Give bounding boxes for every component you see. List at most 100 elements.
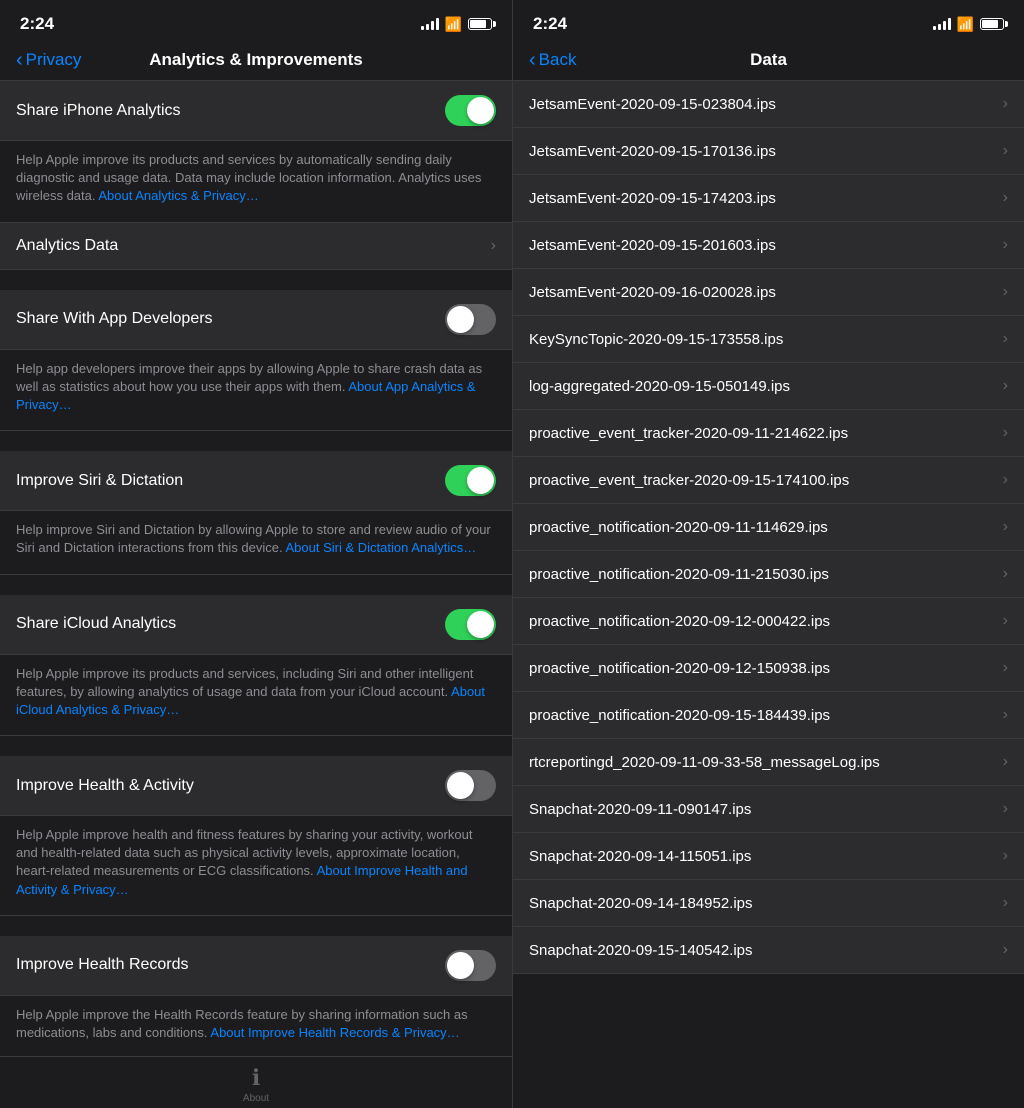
file-list-item[interactable]: proactive_event_tracker-2020-09-11-21462…: [513, 410, 1024, 457]
file-name-label: proactive_event_tracker-2020-09-15-17410…: [529, 472, 995, 489]
file-list-item[interactable]: proactive_notification-2020-09-11-215030…: [513, 551, 1024, 598]
setting-row-icloud-analytics: Share iCloud Analytics: [0, 595, 512, 655]
tab-about-label: About: [243, 1093, 269, 1104]
setting-row-improve-health-activity: Improve Health & Activity: [0, 756, 512, 816]
file-list-item[interactable]: JetsamEvent-2020-09-15-023804.ips ›: [513, 81, 1024, 128]
file-list-item[interactable]: Snapchat-2020-09-14-115051.ips ›: [513, 833, 1024, 880]
nav-bar-left: ‹ Privacy Analytics & Improvements: [0, 42, 512, 81]
file-name-label: Snapchat-2020-09-14-115051.ips: [529, 848, 995, 865]
chevron-left-icon: ‹: [16, 50, 23, 70]
chevron-right-icon: ›: [1003, 142, 1008, 160]
file-list-item[interactable]: KeySyncTopic-2020-09-15-173558.ips ›: [513, 316, 1024, 363]
file-name-label: log-aggregated-2020-09-15-050149.ips: [529, 378, 995, 395]
file-list-item[interactable]: JetsamEvent-2020-09-16-020028.ips ›: [513, 269, 1024, 316]
toggle-improve-health-records[interactable]: [445, 950, 496, 981]
setting-row-analytics-data[interactable]: Analytics Data ›: [0, 223, 512, 270]
setting-row-share-iphone-analytics: Share iPhone Analytics: [0, 81, 512, 141]
desc-icloud-analytics: Help Apple improve its products and serv…: [0, 655, 512, 737]
file-list-item[interactable]: proactive_event_tracker-2020-09-15-17410…: [513, 457, 1024, 504]
file-list-item[interactable]: Snapchat-2020-09-15-140542.ips ›: [513, 927, 1024, 974]
wifi-icon: 📶: [445, 16, 462, 33]
file-list-item[interactable]: Snapchat-2020-09-11-090147.ips ›: [513, 786, 1024, 833]
chevron-right-icon: ›: [1003, 706, 1008, 724]
link-app-analytics-privacy[interactable]: About App Analytics & Privacy…: [16, 379, 476, 412]
nav-title-right: Data: [609, 50, 928, 70]
desc-improve-siri: Help improve Siri and Dictation by allow…: [0, 511, 512, 574]
chevron-right-icon: ›: [1003, 189, 1008, 207]
file-name-label: proactive_notification-2020-09-12-000422…: [529, 613, 995, 630]
file-name-label: Snapchat-2020-09-11-090147.ips: [529, 801, 995, 818]
file-name-label: JetsamEvent-2020-09-16-020028.ips: [529, 284, 995, 301]
file-list-item[interactable]: rtcreportingd_2020-09-11-09-33-58_messag…: [513, 739, 1024, 786]
chevron-right-icon: ›: [491, 237, 496, 255]
status-time-left: 2:24: [20, 14, 54, 34]
chevron-right-icon: ›: [1003, 612, 1008, 630]
toggle-improve-siri[interactable]: [445, 465, 496, 496]
toggle-share-iphone[interactable]: [445, 95, 496, 126]
wifi-icon-right: 📶: [957, 16, 974, 33]
left-scroll-content: Share iPhone Analytics Help Apple improv…: [0, 81, 512, 1056]
nav-title-left: Analytics & Improvements: [96, 50, 416, 70]
file-list-item[interactable]: proactive_notification-2020-09-12-000422…: [513, 598, 1024, 645]
battery-icon: [468, 18, 492, 30]
status-bar-left: 2:24 📶: [0, 0, 512, 42]
chevron-right-icon: ›: [1003, 565, 1008, 583]
back-button-left[interactable]: ‹ Privacy: [16, 50, 96, 70]
section-gap-5: [0, 916, 512, 936]
desc-text-icloud: Help Apple improve its products and serv…: [16, 665, 496, 720]
file-name-label: proactive_notification-2020-09-11-114629…: [529, 519, 995, 536]
file-list-item[interactable]: proactive_notification-2020-09-15-184439…: [513, 692, 1024, 739]
file-list-item[interactable]: JetsamEvent-2020-09-15-170136.ips ›: [513, 128, 1024, 175]
chevron-right-icon: ›: [1003, 283, 1008, 301]
chevron-right-icon: ›: [1003, 800, 1008, 818]
signal-icon-right: [933, 18, 951, 30]
tab-about[interactable]: ℹ About: [0, 1065, 512, 1104]
toggle-icloud-analytics[interactable]: [445, 609, 496, 640]
setting-label-improve-health-activity: Improve Health & Activity: [16, 777, 194, 795]
desc-text-health-activity: Help Apple improve health and fitness fe…: [16, 826, 496, 899]
link-health-records-privacy[interactable]: About Improve Health Records & Privacy…: [210, 1025, 459, 1040]
chevron-right-icon: ›: [1003, 518, 1008, 536]
toggle-knob-3: [467, 467, 494, 494]
tab-bar: ℹ About: [0, 1056, 512, 1108]
file-list-item[interactable]: JetsamEvent-2020-09-15-201603.ips ›: [513, 222, 1024, 269]
file-list-item[interactable]: JetsamEvent-2020-09-15-174203.ips ›: [513, 175, 1024, 222]
setting-row-share-app-devs: Share With App Developers: [0, 290, 512, 350]
file-list-item[interactable]: proactive_notification-2020-09-11-114629…: [513, 504, 1024, 551]
file-list-item[interactable]: Snapchat-2020-09-14-184952.ips ›: [513, 880, 1024, 927]
status-icons-right: 📶: [933, 16, 1004, 33]
toggle-improve-health-activity[interactable]: [445, 770, 496, 801]
section-gap-1: [0, 270, 512, 290]
desc-share-iphone: Help Apple improve its products and serv…: [0, 141, 512, 223]
chevron-right-icon: ›: [1003, 471, 1008, 489]
back-button-right[interactable]: ‹ Back: [529, 50, 609, 70]
desc-text-health-records: Help Apple improve the Health Records fe…: [16, 1006, 496, 1042]
file-list-item[interactable]: proactive_notification-2020-09-12-150938…: [513, 645, 1024, 692]
toggle-share-app-devs[interactable]: [445, 304, 496, 335]
link-icloud-analytics-privacy[interactable]: About iCloud Analytics & Privacy…: [16, 684, 485, 717]
setting-label-analytics-data: Analytics Data: [16, 237, 118, 255]
file-name-label: Snapchat-2020-09-14-184952.ips: [529, 895, 995, 912]
file-list: JetsamEvent-2020-09-15-023804.ips › Jets…: [513, 81, 1024, 1108]
file-name-label: JetsamEvent-2020-09-15-170136.ips: [529, 143, 995, 160]
section-gap-3: [0, 575, 512, 595]
chevron-right-icon: ›: [1003, 659, 1008, 677]
chevron-right-icon: ›: [1003, 236, 1008, 254]
file-name-label: proactive_notification-2020-09-12-150938…: [529, 660, 995, 677]
file-name-label: JetsamEvent-2020-09-15-023804.ips: [529, 96, 995, 113]
link-siri-analytics[interactable]: About Siri & Dictation Analytics…: [286, 540, 477, 555]
setting-label-share-app-devs: Share With App Developers: [16, 310, 213, 328]
link-analytics-privacy[interactable]: About Analytics & Privacy…: [98, 188, 258, 203]
status-icons-left: 📶: [421, 16, 492, 33]
about-icon: ℹ: [252, 1065, 260, 1091]
setting-label-improve-siri: Improve Siri & Dictation: [16, 472, 183, 490]
chevron-right-icon: ›: [1003, 377, 1008, 395]
chevron-right-icon: ›: [1003, 753, 1008, 771]
chevron-right-icon: ›: [1003, 424, 1008, 442]
back-label-right: Back: [539, 50, 577, 70]
setting-label-share-iphone: Share iPhone Analytics: [16, 102, 181, 120]
desc-text-siri: Help improve Siri and Dictation by allow…: [16, 521, 496, 557]
file-list-item[interactable]: log-aggregated-2020-09-15-050149.ips ›: [513, 363, 1024, 410]
link-health-activity-privacy[interactable]: About Improve Health and Activity & Priv…: [16, 863, 468, 896]
desc-improve-health-records: Help Apple improve the Health Records fe…: [0, 996, 512, 1056]
